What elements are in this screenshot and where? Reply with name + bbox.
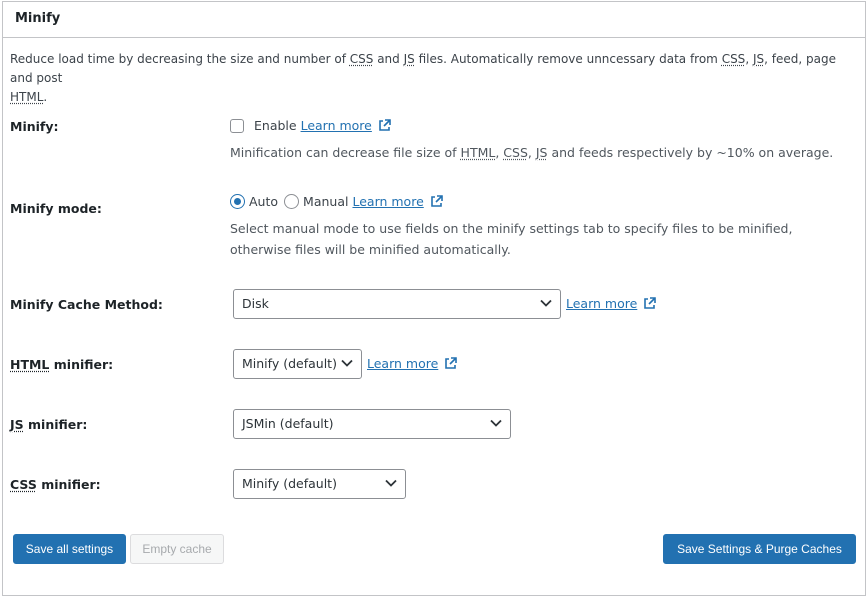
minify-enable-checkbox[interactable] <box>230 118 244 133</box>
abbr-html: HTML <box>10 90 44 104</box>
save-all-settings-button[interactable]: Save all settings <box>13 534 126 564</box>
cache-method-learn-more-link[interactable]: Learn more <box>566 296 637 311</box>
abbr-html: HTML <box>460 145 496 160</box>
abbr-css: CSS <box>10 477 37 492</box>
css-minifier-value: Minify (default) <box>242 476 337 491</box>
panel-title: Minify <box>3 2 865 38</box>
abbr-js: JS <box>403 52 415 66</box>
html-minifier-learn-more: Learn more <box>367 356 458 371</box>
cache-method-select[interactable]: Disk <box>233 289 561 319</box>
js-minifier-value: JSMin (default) <box>242 416 334 431</box>
chevron-down-icon <box>341 359 353 367</box>
intro-text: Reduce load time by decreasing the size … <box>10 50 850 107</box>
abbr-css: CSS <box>349 52 374 66</box>
intro-text-part: files. Automatically remove unncessary d… <box>414 52 722 66</box>
minify-mode-description-line: Select manual mode to use fields on the … <box>230 221 793 236</box>
minify-mode-auto-label[interactable]: Auto <box>249 194 278 209</box>
external-link-icon[interactable] <box>430 195 443 208</box>
abbr-js: JS <box>535 145 548 160</box>
chevron-down-icon <box>385 479 397 487</box>
minify-mode-learn-more-link[interactable]: Learn more <box>352 194 423 209</box>
cache-method-label: Minify Cache Method: <box>10 297 163 312</box>
intro-text-part: . <box>43 90 48 104</box>
html-minifier-label-text: minifier: <box>49 357 114 372</box>
minify-mode-description: Select manual mode to use fields on the … <box>230 218 792 260</box>
external-link-icon[interactable] <box>444 357 458 370</box>
minify-learn-more-link[interactable]: Learn more <box>301 118 372 133</box>
external-link-icon[interactable] <box>643 297 657 310</box>
html-minifier-select[interactable]: Minify (default) <box>233 349 362 379</box>
minify-mode-label: Minify mode: <box>10 201 102 216</box>
abbr-css: CSS <box>503 145 528 160</box>
cache-method-value: Disk <box>242 296 269 311</box>
html-minifier-label: HTML minifier: <box>10 357 113 372</box>
intro-text-part: , <box>745 52 753 66</box>
chevron-down-icon <box>490 419 502 427</box>
css-minifier-label: CSS minifier: <box>10 477 101 492</box>
minify-label: Minify: <box>10 119 59 134</box>
abbr-js: JS <box>10 417 24 432</box>
cache-method-learn-more: Learn more <box>566 296 657 311</box>
abbr-js: JS <box>752 52 765 66</box>
minify-description-part: and feeds respectively by ~10% on averag… <box>547 145 834 160</box>
minify-description-part: , <box>527 145 536 160</box>
abbr-html: HTML <box>10 357 50 372</box>
minify-description: Minification can decrease file size of H… <box>230 142 833 163</box>
minify-mode-auto-radio[interactable] <box>230 194 245 209</box>
minify-mode-field: Auto Manual Learn more <box>230 194 443 209</box>
minify-mode-manual-radio[interactable] <box>284 194 300 209</box>
minify-mode-manual-label[interactable]: Manual <box>303 194 348 209</box>
intro-text-part: Reduce load time by decreasing the size … <box>10 52 350 66</box>
empty-cache-button[interactable]: Empty cache <box>130 534 224 564</box>
minify-mode-description-line: otherwise files will be minified automat… <box>230 242 511 257</box>
css-minifier-select[interactable]: Minify (default) <box>233 469 406 499</box>
minify-enable-label[interactable]: Enable <box>254 118 297 133</box>
abbr-css: CSS <box>721 52 746 66</box>
minify-description-part: Minification can decrease file size of <box>230 145 461 160</box>
js-minifier-label: JS minifier: <box>10 417 87 432</box>
html-minifier-value: Minify (default) <box>242 356 337 371</box>
js-minifier-select[interactable]: JSMin (default) <box>233 409 511 439</box>
js-minifier-label-text: minifier: <box>23 417 88 432</box>
save-purge-caches-button[interactable]: Save Settings & Purge Caches <box>663 534 856 564</box>
minify-enable-field: Enable Learn more <box>230 118 391 133</box>
intro-text-part: and <box>373 52 404 66</box>
css-minifier-label-text: minifier: <box>36 477 101 492</box>
html-minifier-learn-more-link[interactable]: Learn more <box>367 356 438 371</box>
external-link-icon[interactable] <box>378 119 391 132</box>
chevron-down-icon <box>540 299 552 307</box>
